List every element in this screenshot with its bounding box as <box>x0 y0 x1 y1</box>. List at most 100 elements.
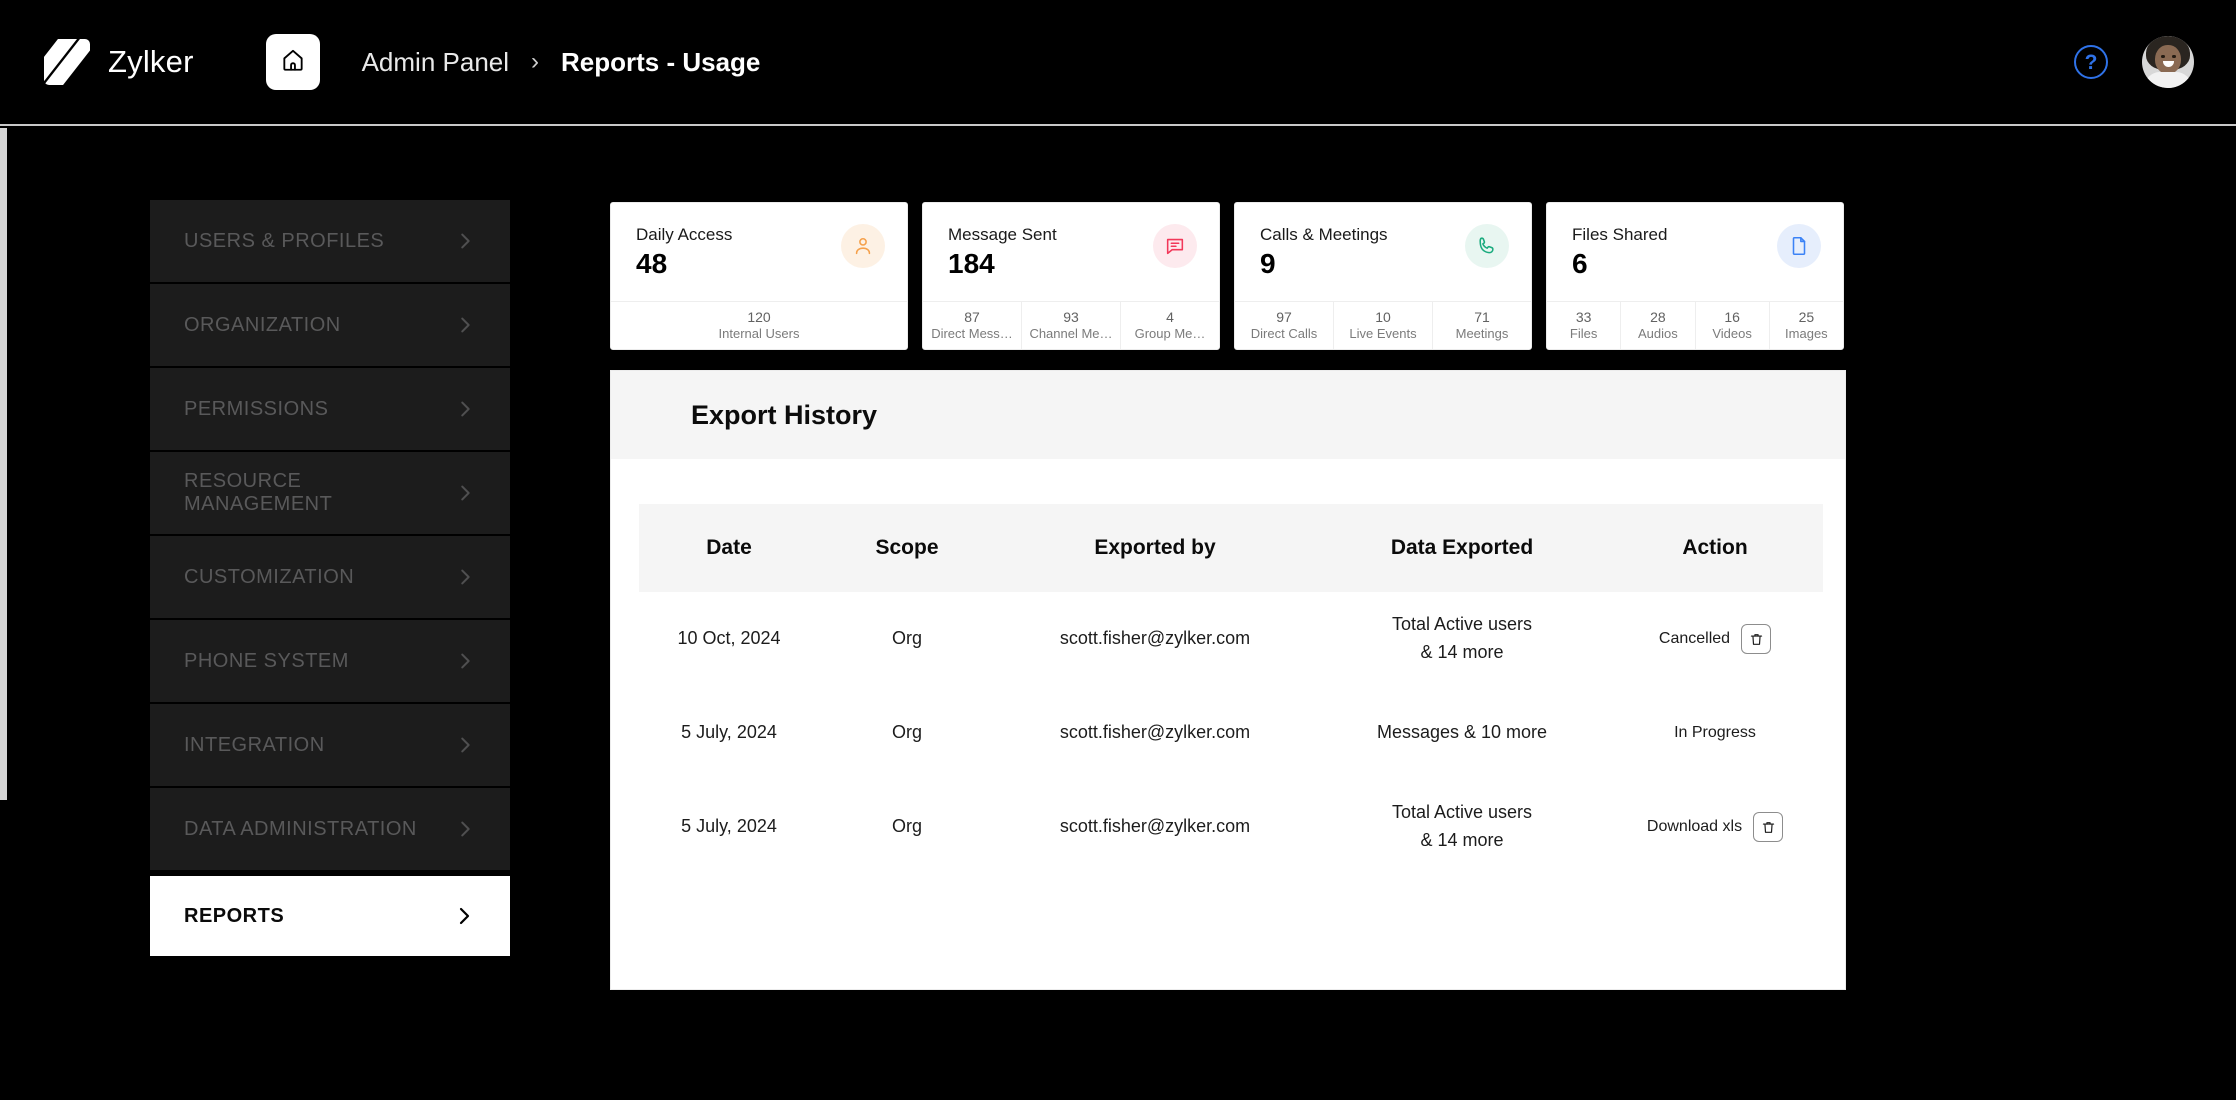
sidebar-item-label: ORGANIZATION <box>184 313 341 336</box>
table-row[interactable]: 5 July, 2024 Org scott.fisher@zylker.com Me… <box>639 686 1823 780</box>
stat-footer-label: Direct Mess… <box>931 326 1013 342</box>
stat-footer-number: 120 <box>747 308 771 325</box>
stat-footer-label: Meetings <box>1455 326 1509 342</box>
cell-date: 5 July, 2024 <box>639 813 819 841</box>
cell-data-exported-text: Total Active users & 14 more <box>1391 802 1533 850</box>
stat-card-body: Calls & Meetings 9 <box>1235 203 1531 301</box>
stat-card-value: 9 <box>1260 247 1276 279</box>
sidebar-item-label: USERS & PROFILES <box>184 229 385 252</box>
stat-footer-number: 28 <box>1650 308 1666 325</box>
column-header[interactable]: Data Exported <box>1315 536 1609 560</box>
stat-card-footer: 120 Internal Users <box>611 301 907 349</box>
cell-exported-by-text: scott.fisher@zylker.com <box>1059 628 1251 649</box>
sidebar-item-data-administration[interactable]: DATA ADMINISTRATION <box>150 788 510 870</box>
stat-footer-number: 16 <box>1724 308 1740 325</box>
cell-exported-by: scott.fisher@zylker.com <box>995 625 1315 653</box>
column-header-label: Scope <box>875 536 939 559</box>
column-header[interactable]: Scope <box>819 536 995 560</box>
chevron-right-icon <box>454 650 476 672</box>
cell-action: Cancelled <box>1609 624 1821 654</box>
sidebar-item-integration[interactable]: INTEGRATION <box>150 704 510 786</box>
action-label[interactable]: In Progress <box>1674 724 1756 742</box>
table-row[interactable]: 5 July, 2024 Org scott.fisher@zylker.com To… <box>639 780 1823 874</box>
zylker-logo-icon <box>44 39 90 85</box>
column-header-label: Date <box>706 536 752 559</box>
cell-scope-text: Org <box>891 816 922 837</box>
stat-footer-segment: 93 Channel Me… <box>1021 302 1120 349</box>
table-body: 10 Oct, 2024 Org scott.fisher@zylker.com To… <box>639 592 1823 874</box>
stat-card[interactable]: Files Shared 6 33 Files 28 Audios 16 Videos 25 Im… <box>1546 202 1844 350</box>
stat-footer-label: Internal Users <box>718 326 800 342</box>
stat-footer-segment: 4 Group Me… <box>1120 302 1219 349</box>
sidebar-item-permissions[interactable]: PERMISSIONS <box>150 368 510 450</box>
delete-button[interactable] <box>1753 812 1784 842</box>
stat-card-footer: 33 Files 28 Audios 16 Videos 25 Images <box>1547 301 1843 349</box>
user-icon <box>841 224 885 268</box>
cell-action: Download xls <box>1609 812 1821 842</box>
stat-footer-label: Files <box>1569 326 1598 342</box>
delete-button[interactable] <box>1741 624 1772 654</box>
stat-card-title: Message Sent <box>948 225 1057 244</box>
cell-scope-text: Org <box>891 722 922 743</box>
breadcrumb-reports-usage[interactable]: Reports - Usage <box>561 47 760 78</box>
chevron-right-icon <box>454 482 476 504</box>
breadcrumb-admin-panel[interactable]: Admin Panel <box>362 47 509 78</box>
cell-data-exported: Messages & 10 more <box>1315 719 1609 747</box>
stat-footer-number: 87 <box>964 308 980 325</box>
sidebar-item-label: CUSTOMIZATION <box>184 565 355 588</box>
export-history-table: Date Scope Exported by Data Exported Action … <box>611 504 1845 874</box>
cell-exported-by-text: scott.fisher@zylker.com <box>1059 722 1251 743</box>
action-label[interactable]: Cancelled <box>1659 630 1730 648</box>
stat-card-title: Files Shared <box>1572 225 1668 244</box>
sidebar-item-reports[interactable]: REPORTS <box>150 876 510 956</box>
stat-footer-segment: 71 Meetings <box>1432 302 1531 349</box>
column-header[interactable]: Action <box>1609 536 1821 560</box>
stat-footer-number: 10 <box>1375 308 1391 325</box>
stat-card[interactable]: Message Sent 184 87 Direct Mess… 93 Channel M… <box>922 202 1220 350</box>
cell-exported-by: scott.fisher@zylker.com <box>995 719 1315 747</box>
export-history-panel: Export History Date Scope Exported by Data … <box>610 370 1846 990</box>
cell-scope: Org <box>819 813 995 841</box>
stat-footer-number: 71 <box>1474 308 1490 325</box>
sidebar-item-resource-management[interactable]: RESOURCE MANAGEMENT <box>150 452 510 534</box>
cell-exported-by: scott.fisher@zylker.com <box>995 813 1315 841</box>
chevron-right-icon <box>454 566 476 588</box>
cell-date-text: 5 July, 2024 <box>681 722 777 743</box>
stat-footer-label: Direct Calls <box>1250 326 1318 342</box>
cell-data-exported: Total Active users & 14 more <box>1315 799 1609 855</box>
brand[interactable]: Zylker <box>44 39 194 85</box>
sidebar: USERS & PROFILES ORGANIZATION PERMISSIONS R… <box>150 200 510 958</box>
stat-footer-number: 4 <box>1166 308 1174 325</box>
chevron-right-icon <box>452 904 476 928</box>
avatar[interactable] <box>2142 36 2194 88</box>
sidebar-item-organization[interactable]: ORGANIZATION <box>150 284 510 366</box>
brand-name: Zylker <box>108 44 194 79</box>
column-header[interactable]: Exported by <box>995 536 1315 560</box>
sidebar-item-label: DATA ADMINISTRATION <box>184 817 417 840</box>
help-icon[interactable]: ? <box>2074 45 2108 79</box>
action-label[interactable]: Download xls <box>1647 818 1742 836</box>
stat-footer-segment: 10 Live Events <box>1333 302 1432 349</box>
sidebar-item-label: PHONE SYSTEM <box>184 649 349 672</box>
column-header-label: Action <box>1682 536 1748 559</box>
sidebar-item-phone-system[interactable]: PHONE SYSTEM <box>150 620 510 702</box>
table-row[interactable]: 10 Oct, 2024 Org scott.fisher@zylker.com To… <box>639 592 1823 686</box>
stat-card-body: Daily Access 48 <box>611 203 907 301</box>
stat-footer-segment: 97 Direct Calls <box>1235 302 1333 349</box>
column-header[interactable]: Date <box>639 536 819 560</box>
stat-card-title: Calls & Meetings <box>1260 225 1388 244</box>
top-bar-actions: ? <box>2074 0 2194 124</box>
header-divider <box>0 124 2236 126</box>
chevron-right-icon <box>454 398 476 420</box>
stat-card[interactable]: Daily Access 48 120 Internal Users <box>610 202 908 350</box>
cell-data-exported-text: Messages & 10 more <box>1376 722 1548 743</box>
page-scrollbar[interactable] <box>0 128 7 800</box>
home-icon <box>280 47 306 78</box>
stat-card[interactable]: Calls & Meetings 9 97 Direct Calls 10 Live Ev… <box>1234 202 1532 350</box>
sidebar-item-customization[interactable]: CUSTOMIZATION <box>150 536 510 618</box>
sidebar-item-users-profiles[interactable]: USERS & PROFILES <box>150 200 510 282</box>
stat-card-value: 184 <box>948 247 995 279</box>
home-button[interactable] <box>265 34 320 90</box>
cell-data-exported-text: Total Active users & 14 more <box>1391 614 1533 662</box>
phone-icon <box>1465 224 1509 268</box>
